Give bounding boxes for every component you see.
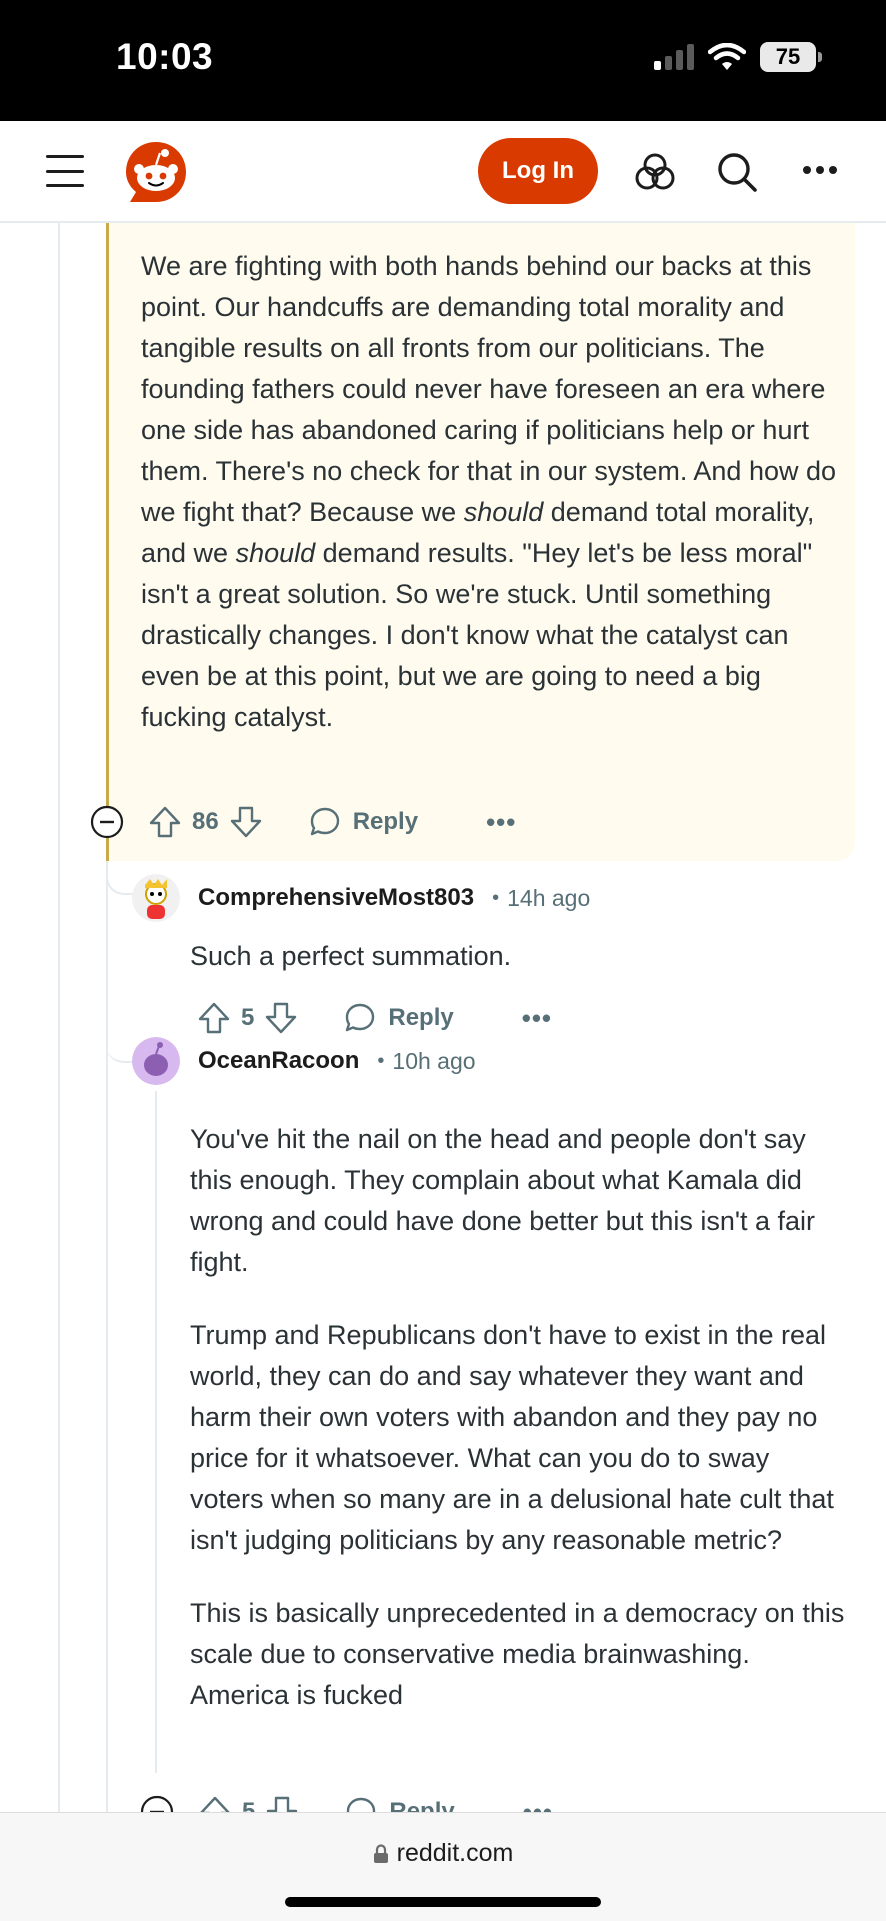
address-bar[interactable]: reddit.com xyxy=(0,1839,886,1868)
battery-indicator: 75 xyxy=(760,42,822,72)
thread-line-reply xyxy=(155,1091,157,1773)
thread-line-inner xyxy=(106,861,108,1812)
more-options-icon[interactable] xyxy=(802,165,838,175)
comment-thread: We are fighting with both hands behind o… xyxy=(0,223,886,1812)
comment-timestamp: 14h ago xyxy=(507,884,591,911)
comment-timestamp: 10h ago xyxy=(392,1047,476,1074)
home-indicator[interactable] xyxy=(285,1897,601,1907)
avatar[interactable] xyxy=(132,874,180,922)
avatar[interactable] xyxy=(132,1037,180,1085)
wifi-icon xyxy=(708,43,746,70)
more-options-icon[interactable]: ••• xyxy=(523,1797,553,1813)
communities-icon[interactable] xyxy=(634,151,676,193)
upvote-icon[interactable] xyxy=(197,1001,231,1035)
vote-count: 86 xyxy=(192,808,219,835)
reddit-logo[interactable] xyxy=(122,138,190,206)
collapse-icon[interactable] xyxy=(140,1795,174,1812)
comment-actions: 86 Reply ••• xyxy=(90,800,516,844)
search-icon[interactable] xyxy=(716,151,758,193)
comment-body: You've hit the nail on the head and peop… xyxy=(190,1124,845,1710)
upvote-icon[interactable] xyxy=(148,805,182,839)
signal-icon xyxy=(654,44,694,70)
lock-icon xyxy=(373,1843,388,1863)
comment-body: Such a perfect summation. xyxy=(190,941,512,971)
menu-icon[interactable] xyxy=(46,155,84,187)
reply-button[interactable]: Reply xyxy=(344,1002,454,1034)
app-header: Log In xyxy=(0,121,886,223)
more-options-icon[interactable]: ••• xyxy=(522,1003,552,1034)
status-time: 10:03 xyxy=(116,36,214,77)
browser-bar: reddit.com xyxy=(0,1812,886,1921)
downvote-icon[interactable] xyxy=(229,805,263,839)
vote-count: 5 xyxy=(241,1004,255,1031)
reply-button[interactable]: Reply xyxy=(309,806,418,838)
thread-connector xyxy=(106,1043,132,1063)
comment-meta: OceanRacoon • 10h ago xyxy=(132,1036,476,1086)
collapse-icon[interactable] xyxy=(90,805,124,839)
vote-count: 5 xyxy=(242,1798,256,1812)
comment-meta: ComprehensiveMost803 • 14h ago xyxy=(132,873,590,923)
thread-line-outer xyxy=(58,223,60,1812)
downvote-icon[interactable] xyxy=(264,1001,298,1035)
comment-body: We are fighting with both hands behind o… xyxy=(141,251,837,732)
downvote-icon[interactable] xyxy=(265,1795,299,1812)
upvote-icon[interactable] xyxy=(198,1795,232,1812)
url-text: reddit.com xyxy=(396,1839,514,1867)
login-button[interactable]: Log In xyxy=(478,138,598,204)
more-options-icon[interactable]: ••• xyxy=(486,807,516,838)
reply-icon xyxy=(310,807,339,836)
comment-actions: 5 Reply ••• xyxy=(140,1790,553,1812)
reply-button[interactable]: Reply xyxy=(345,1796,455,1812)
status-bar: 10:03 75 xyxy=(0,0,886,121)
comment-actions: 5 Reply ••• xyxy=(197,996,552,1040)
comment-author[interactable]: OceanRacoon xyxy=(198,1047,359,1075)
thread-connector xyxy=(106,863,134,895)
reply-icon xyxy=(346,1003,375,1032)
reply-icon xyxy=(347,1797,376,1812)
comment-author[interactable]: ComprehensiveMost803 xyxy=(198,884,474,912)
